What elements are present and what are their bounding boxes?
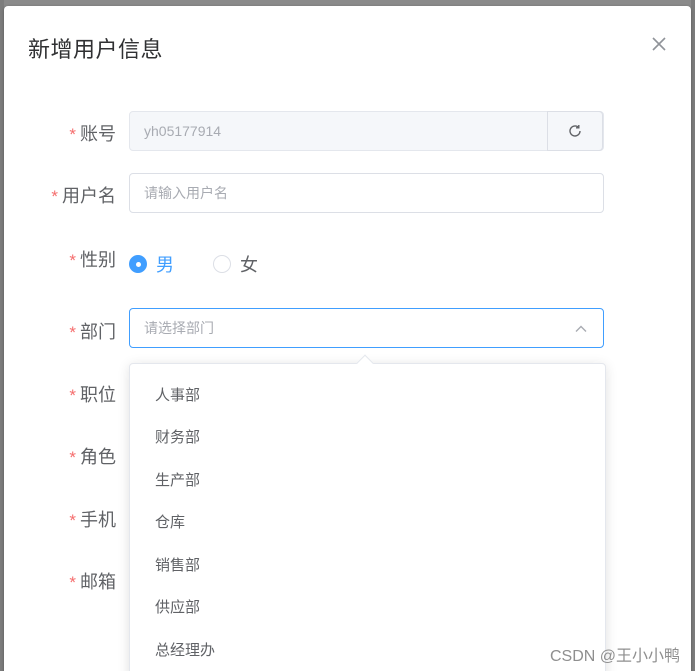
required-mark: *	[69, 386, 76, 405]
dialog-title: 新增用户信息	[28, 37, 164, 62]
email-label: * 邮箱	[4, 568, 116, 594]
required-mark: *	[69, 448, 76, 467]
refresh-account-button[interactable]	[547, 111, 603, 151]
gender-option-label: 男	[156, 255, 174, 275]
department-label: * 部门	[4, 318, 116, 344]
close-icon	[652, 37, 666, 51]
account-value: yh05177914	[144, 123, 222, 139]
radio-dot	[213, 255, 231, 273]
department-option[interactable]: 供应部	[130, 585, 605, 627]
username-placeholder: 请输入用户名	[144, 185, 228, 201]
account-field: yh05177914	[129, 111, 604, 151]
department-select[interactable]: 请选择部门	[129, 308, 604, 348]
department-option[interactable]: 仓库	[130, 500, 605, 542]
gender-label-text: 性别	[80, 250, 116, 270]
department-option[interactable]: 人事部	[130, 373, 605, 415]
radio-dot	[129, 255, 147, 273]
department-placeholder: 请选择部门	[144, 320, 214, 336]
required-mark: *	[69, 125, 76, 144]
phone-label-text: 手机	[80, 510, 116, 530]
role-label: * 角色	[4, 443, 116, 469]
watermark: CSDN @王小小鸭	[549, 648, 680, 665]
position-label-text: 职位	[80, 385, 116, 405]
email-label-text: 邮箱	[80, 572, 116, 592]
department-option[interactable]: 财务部	[130, 415, 605, 457]
account-label-text: 账号	[80, 124, 116, 144]
role-label-text: 角色	[80, 447, 116, 467]
required-mark: *	[51, 187, 58, 206]
gender-option-label: 女	[240, 255, 258, 275]
chevron-up-icon	[575, 325, 587, 332]
username-field[interactable]: 请输入用户名	[129, 173, 604, 213]
required-mark: *	[69, 573, 76, 592]
background-page-right	[691, 0, 695, 671]
username-label: * 用户名	[4, 182, 116, 208]
department-label-text: 部门	[80, 322, 116, 342]
required-mark: *	[69, 323, 76, 342]
position-label: * 职位	[4, 381, 116, 407]
gender-radio-male[interactable]: 男	[129, 251, 174, 277]
department-option[interactable]: 销售部	[130, 543, 605, 585]
account-label: * 账号	[4, 120, 116, 146]
phone-label: * 手机	[4, 506, 116, 532]
gender-label: * 性别	[4, 246, 116, 272]
department-dropdown: 人事部 财务部 生产部 仓库 销售部 供应部 总经理办	[129, 354, 606, 671]
close-button[interactable]	[649, 34, 669, 54]
required-mark: *	[69, 511, 76, 530]
refresh-icon	[569, 125, 581, 137]
department-option[interactable]: 生产部	[130, 458, 605, 500]
required-mark: *	[69, 251, 76, 270]
username-label-text: 用户名	[62, 186, 116, 206]
department-option[interactable]: 总经理办	[130, 628, 605, 670]
gender-radio-female[interactable]: 女	[213, 251, 258, 277]
